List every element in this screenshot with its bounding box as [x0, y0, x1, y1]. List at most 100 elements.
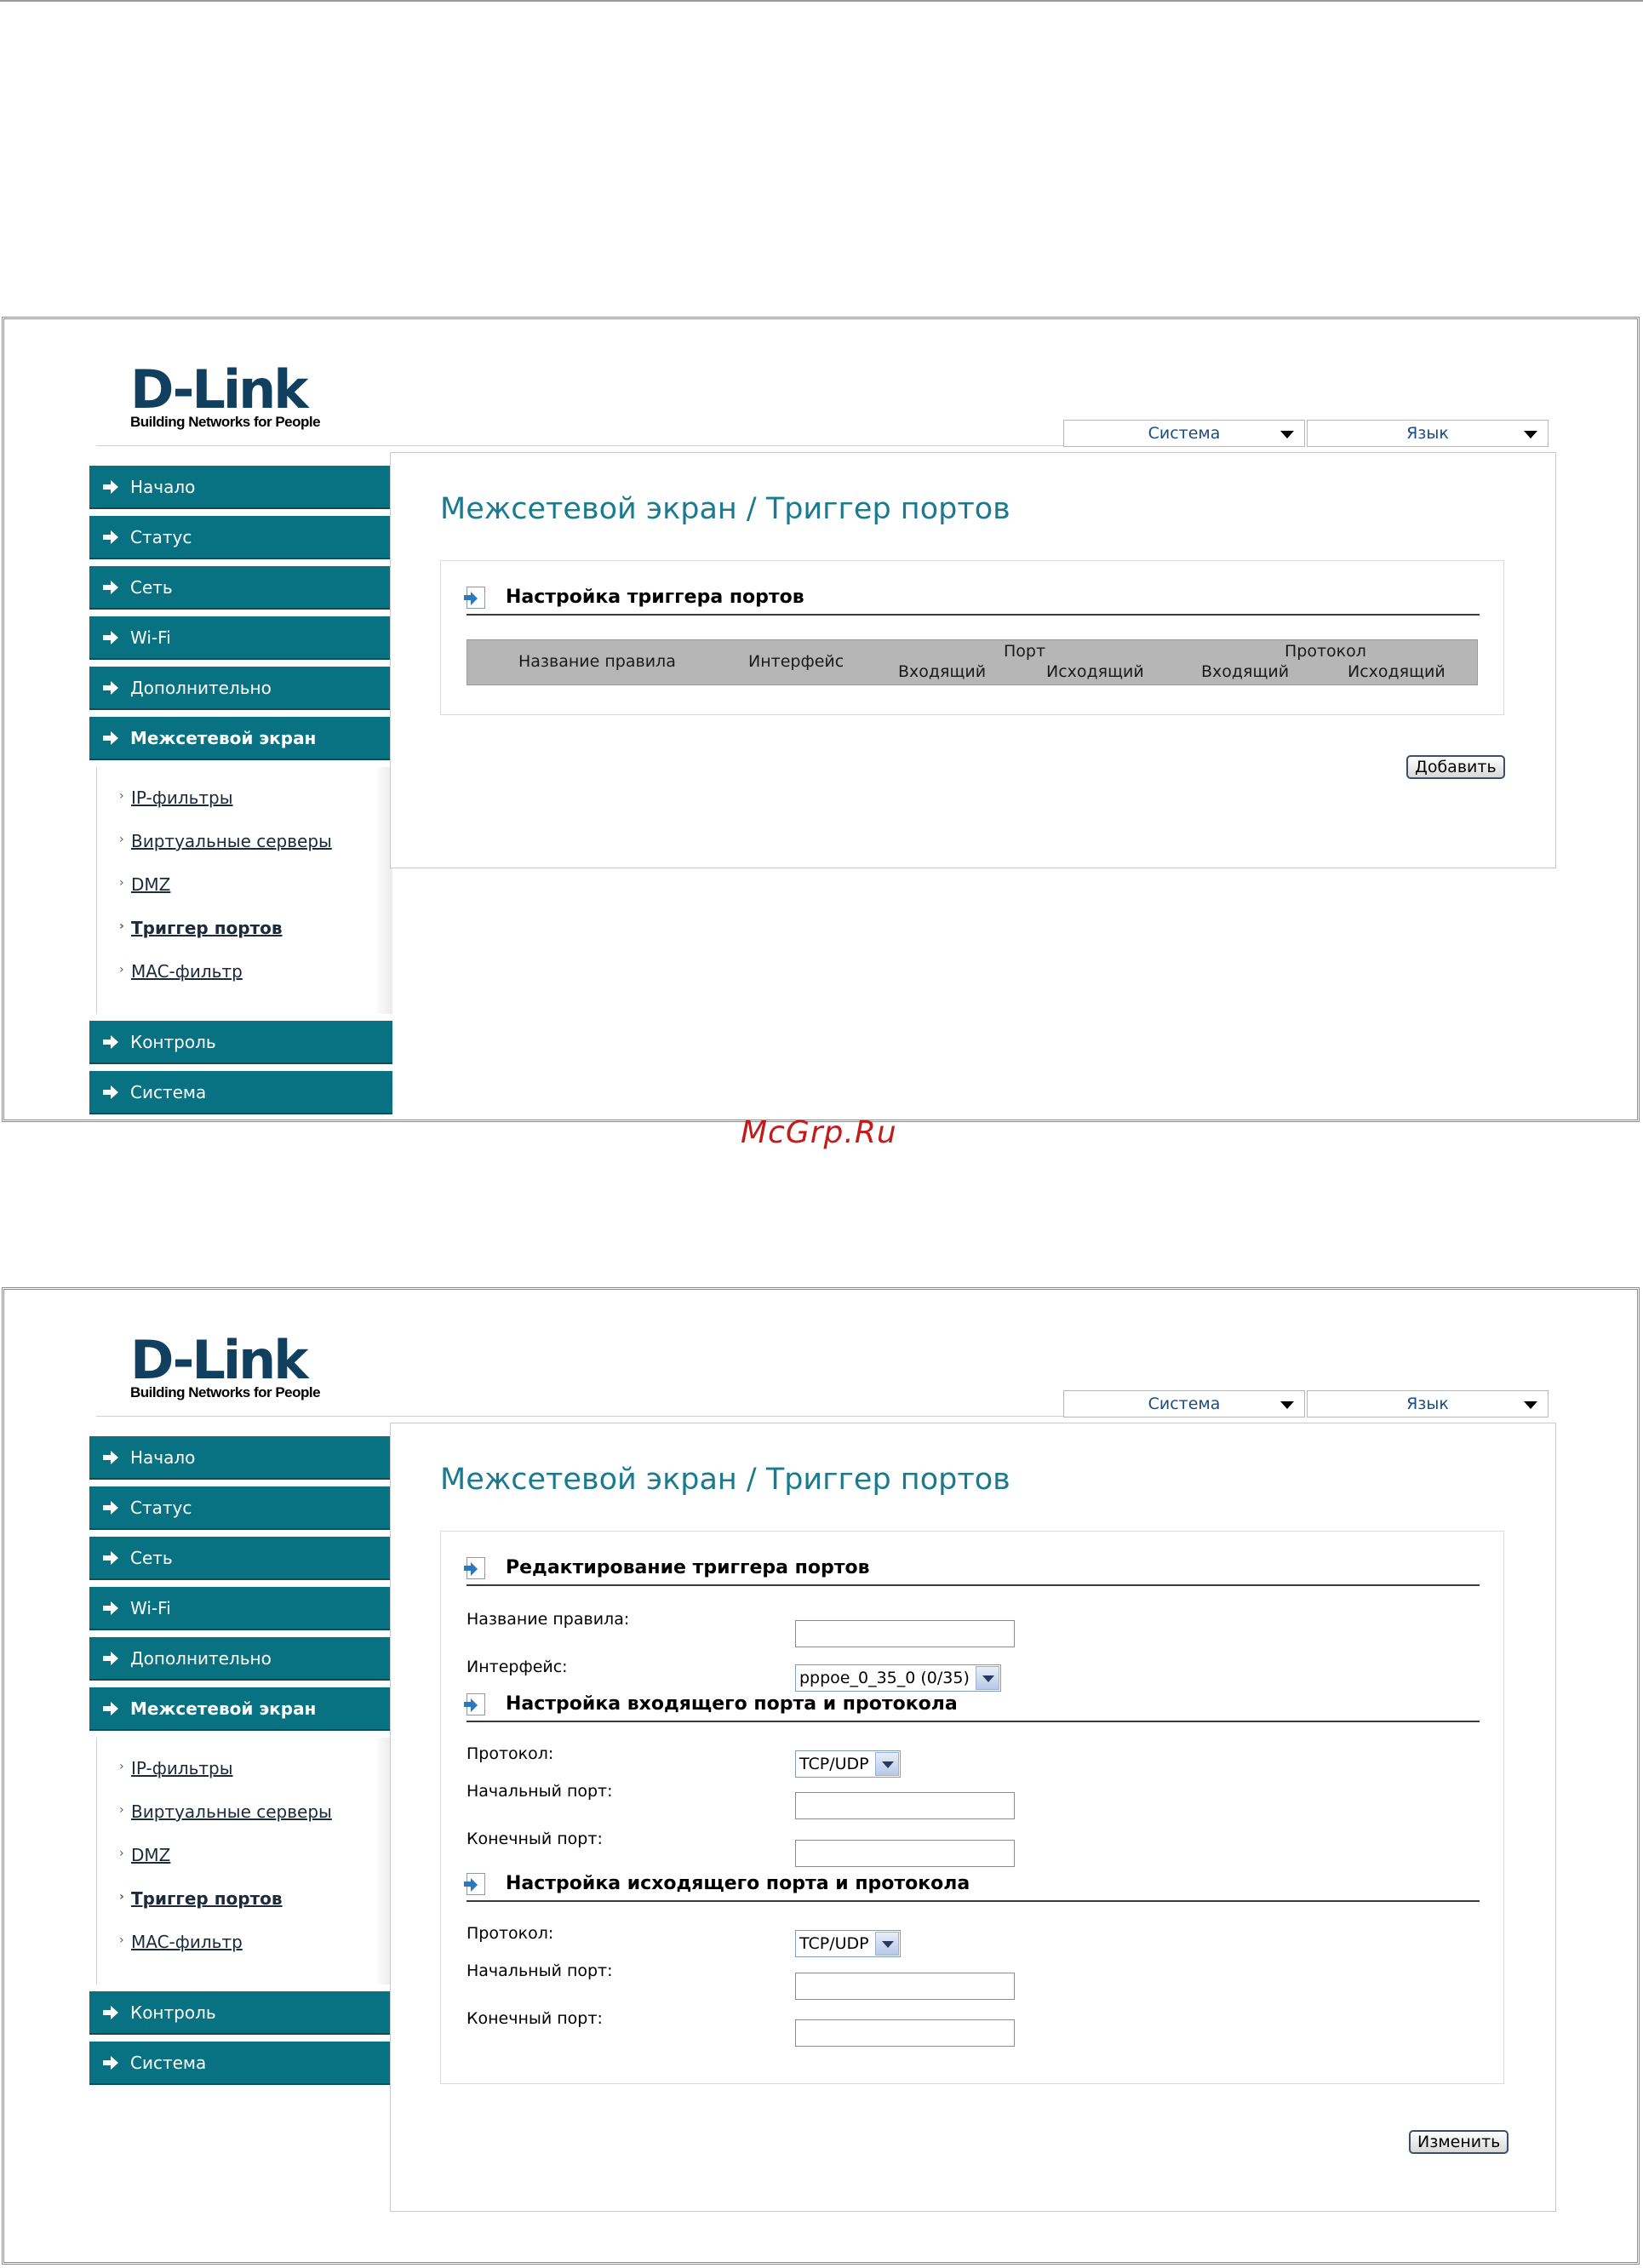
dlink-logo: D-Link Building Networks for People — [130, 1334, 335, 1401]
col-protocol: Протокол — [1285, 642, 1366, 661]
subnav-ip-filters[interactable]: › IP-фильтры — [119, 788, 233, 808]
nav-item-wifi[interactable]: Wi-Fi — [89, 1587, 392, 1630]
nav-item-label: Сеть — [130, 1548, 173, 1568]
nav-item-label: Wi-Fi — [130, 1598, 171, 1618]
subnav-dmz[interactable]: › DMZ — [119, 874, 170, 895]
system-menu-label: Система — [1148, 1395, 1221, 1413]
outgoing-protocol-value: TCP/UDP — [799, 1934, 869, 1953]
subnav-ip-filters[interactable]: › IP-фильтры — [119, 1758, 233, 1778]
nav-item-firewall[interactable]: Межсетевой экран — [89, 717, 392, 760]
nav-item-network[interactable]: Сеть — [89, 566, 392, 610]
nav-item-label: Межсетевой экран — [130, 728, 317, 748]
outgoing-protocol-select[interactable]: TCP/UDP — [795, 1930, 901, 1957]
nav-item-label: Начало — [130, 1447, 196, 1468]
rule-name-label: Название правила: — [467, 1610, 630, 1629]
save-changes-button[interactable]: Изменить — [1409, 2130, 1509, 2154]
col-port-out: Исходящий — [1046, 662, 1144, 681]
subnav-virtual-servers[interactable]: › Виртуальные серверы — [119, 1801, 332, 1822]
header-divider — [96, 445, 1067, 446]
watermark: McGrp.Ru — [741, 1115, 897, 1150]
language-label: Язык — [1406, 424, 1449, 443]
rule-name-input[interactable] — [795, 1620, 1015, 1647]
edit-trigger-panel: Редактирование триггера портов Название … — [440, 1531, 1504, 2084]
language-select[interactable]: Язык — [1307, 1390, 1549, 1418]
nav-item-network[interactable]: Сеть — [89, 1537, 392, 1580]
nav-item-advanced[interactable]: Дополнительно — [89, 1637, 392, 1681]
incoming-end-port-label: Конечный порт: — [467, 1830, 603, 1848]
outgoing-start-port-input[interactable] — [795, 1973, 1015, 2000]
nav-item-system[interactable]: Система — [89, 1071, 392, 1114]
nav-item-home[interactable]: Начало — [89, 466, 392, 509]
nav-item-control[interactable]: Контроль — [89, 1021, 392, 1064]
nav-item-control[interactable]: Контроль — [89, 1991, 392, 2035]
arrow-right-icon — [103, 480, 118, 494]
col-interface: Интерфейс — [748, 652, 844, 671]
col-rule-name: Название правила — [518, 652, 676, 671]
arrow-right-icon — [103, 1551, 118, 1565]
screenshot-port-trigger-list: D-Link Building Networks for People Сист… — [2, 317, 1640, 1122]
nav-item-firewall[interactable]: Межсетевой экран — [89, 1687, 392, 1731]
outgoing-section-header: Настройка исходящего порта и протокола — [464, 1866, 1480, 1902]
arrow-right-icon — [103, 2056, 118, 2070]
sidebar-nav: Начало Статус Сеть Wi-Fi Дополнительно М… — [89, 466, 392, 1121]
logo-wordmark: D-Link — [130, 358, 308, 421]
incoming-protocol-select[interactable]: TCP/UDP — [795, 1750, 901, 1778]
col-proto-out: Исходящий — [1348, 662, 1445, 681]
subnav-mac-filter[interactable]: › MAC-фильтр — [119, 961, 243, 982]
chevron-down-icon — [875, 1752, 899, 1776]
section-title: Настройка триггера портов — [506, 587, 804, 608]
add-button[interactable]: Добавить — [1406, 755, 1505, 779]
system-menu-select[interactable]: Система — [1063, 1390, 1305, 1418]
system-menu-label: Система — [1148, 424, 1221, 443]
system-menu-select[interactable]: Система — [1063, 420, 1305, 447]
subnav-dmz[interactable]: › DMZ — [119, 1845, 170, 1865]
arrow-right-icon — [103, 631, 118, 644]
arrow-right-icon — [103, 731, 118, 745]
header-divider — [96, 1416, 1067, 1417]
rules-table-header: Название правила Интерфейс Порт Протокол… — [467, 639, 1478, 685]
chevron-down-icon — [1524, 1401, 1537, 1409]
subnav-mac-filter[interactable]: › MAC-фильтр — [119, 1932, 243, 1952]
section-header: Настройка триггера портов — [464, 580, 1480, 616]
nav-item-home[interactable]: Начало — [89, 1436, 392, 1480]
chevron-down-icon — [875, 1932, 899, 1956]
section-title: Настройка входящего порта и протокола — [506, 1693, 958, 1715]
language-select[interactable]: Язык — [1307, 420, 1549, 447]
nav-item-wifi[interactable]: Wi-Fi — [89, 616, 392, 660]
document-arrow-icon — [464, 587, 485, 609]
sidebar-nav: Начало Статус Сеть Wi-Fi Дополнительно М… — [89, 1436, 392, 2092]
interface-label: Интерфейс: — [467, 1658, 568, 1676]
outgoing-start-port-label: Начальный порт: — [467, 1962, 613, 1980]
subnav-port-trigger[interactable]: › Триггер портов — [119, 918, 283, 938]
nav-item-status[interactable]: Статус — [89, 516, 392, 559]
incoming-end-port-input[interactable] — [795, 1840, 1015, 1867]
nav-item-label: Система — [130, 1082, 207, 1102]
col-port-in: Входящий — [898, 662, 987, 681]
section-title: Редактирование триггера портов — [506, 1557, 870, 1578]
outgoing-end-port-label: Конечный порт: — [467, 2009, 603, 2028]
screenshot-port-trigger-edit: D-Link Building Networks for People Сист… — [2, 1287, 1640, 2265]
page-title: Межсетевой экран / Триггер портов — [440, 1463, 1010, 1497]
incoming-protocol-value: TCP/UDP — [799, 1755, 869, 1773]
dlink-logo: D-Link Building Networks for People — [130, 358, 335, 431]
arrow-right-icon — [103, 530, 118, 544]
arrow-right-icon — [103, 581, 118, 594]
section-title: Настройка исходящего порта и протокола — [506, 1873, 970, 1894]
arrow-right-icon — [103, 1702, 118, 1715]
interface-select-value: pppoe_0_35_0 (0/35) — [799, 1669, 970, 1687]
incoming-protocol-label: Протокол: — [467, 1744, 554, 1763]
incoming-start-port-input[interactable] — [795, 1792, 1015, 1819]
nav-item-label: Дополнительно — [130, 678, 272, 698]
arrow-right-icon — [103, 1601, 118, 1615]
language-label: Язык — [1406, 1395, 1449, 1413]
outgoing-end-port-input[interactable] — [795, 2019, 1015, 2047]
nav-item-status[interactable]: Статус — [89, 1486, 392, 1530]
incoming-start-port-label: Начальный порт: — [467, 1782, 613, 1801]
nav-item-label: Система — [130, 2053, 207, 2073]
nav-item-system[interactable]: Система — [89, 2042, 392, 2085]
arrow-right-icon — [103, 1501, 118, 1515]
nav-item-advanced[interactable]: Дополнительно — [89, 667, 392, 710]
document-arrow-icon — [464, 1557, 485, 1579]
subnav-virtual-servers[interactable]: › Виртуальные серверы — [119, 831, 332, 851]
subnav-port-trigger[interactable]: › Триггер портов — [119, 1888, 283, 1909]
